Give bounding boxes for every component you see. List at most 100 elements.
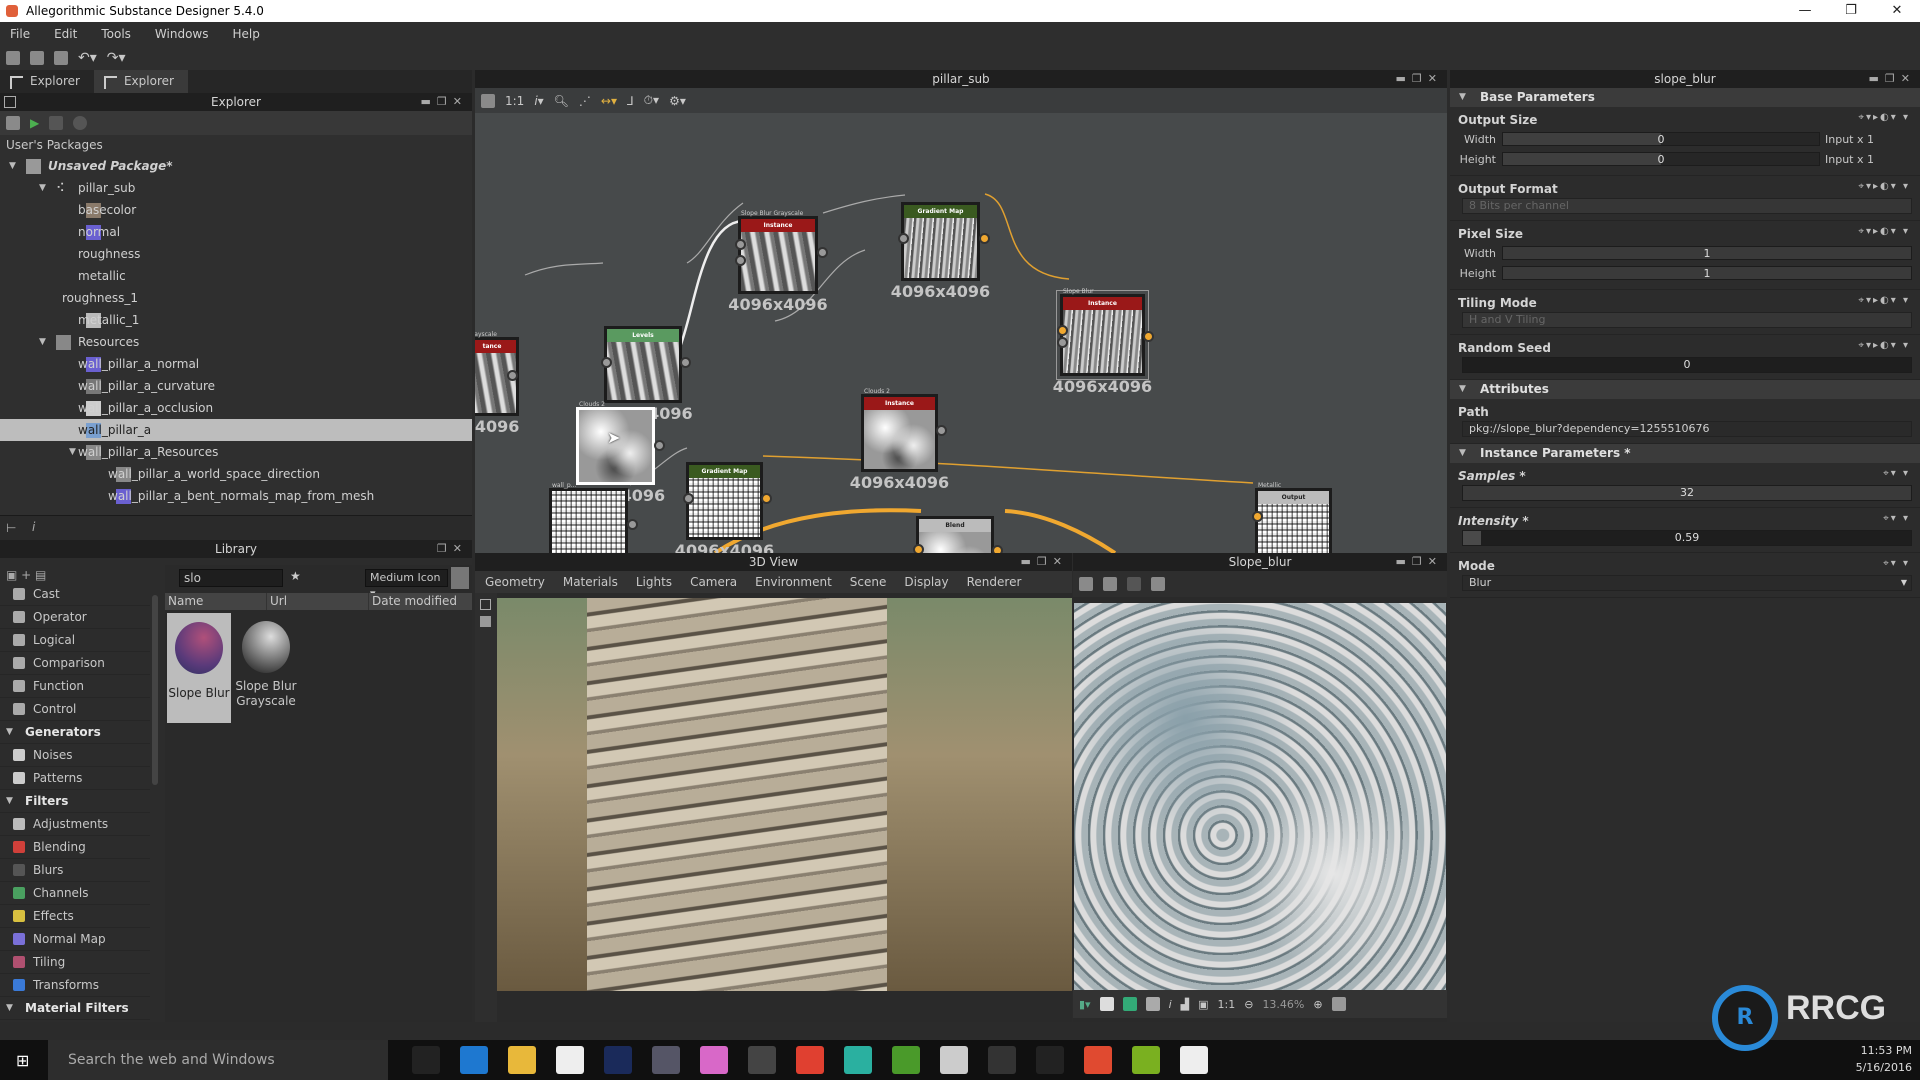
output-port[interactable]: [680, 357, 691, 368]
app-10-icon[interactable]: [844, 1046, 872, 1074]
chrome-icon[interactable]: [796, 1046, 824, 1074]
clouds-2-instance-node[interactable]: Clouds 2 Instance 4096x4096: [850, 388, 949, 492]
pixel-width-slider[interactable]: 1: [1502, 246, 1912, 260]
gradient-icon[interactable]: [1122, 997, 1137, 1011]
clock-date[interactable]: 5/16/2016: [1856, 1059, 1912, 1076]
graph-canvas[interactable]: Slope Blur Grayscale Instance 4096x4096 Gra…: [475, 113, 1447, 553]
frame-all-icon[interactable]: [481, 93, 495, 108]
output-height-slider[interactable]: 0: [1502, 152, 1820, 166]
epic-games-icon[interactable]: [748, 1046, 776, 1074]
color-channels-icon[interactable]: ▮▾: [1079, 998, 1091, 1011]
zoom-1-1-button[interactable]: 1:1: [505, 94, 524, 108]
itunes-icon[interactable]: [700, 1046, 728, 1074]
filter-button[interactable]: [451, 567, 469, 589]
panel-controls[interactable]: ❐✕: [437, 540, 468, 558]
library-category-header[interactable]: Filters: [0, 790, 150, 813]
column-url[interactable]: Url: [267, 593, 369, 610]
samples-slider[interactable]: 32: [1462, 485, 1912, 501]
tree-item[interactable]: roughness: [0, 243, 472, 265]
tiling-mode-select[interactable]: H and V Tiling: [1462, 312, 1912, 328]
gradient-map-node-1[interactable]: Gradient Map 4096x4096: [891, 202, 990, 301]
expand-arrow-icon[interactable]: ▼: [69, 441, 76, 463]
3d-menu-camera[interactable]: Camera: [690, 575, 737, 589]
3d-menu-renderer[interactable]: Renderer: [967, 575, 1022, 589]
column-date-modified[interactable]: Date modified: [369, 593, 472, 610]
input-port[interactable]: [683, 493, 694, 504]
tree-item[interactable]: roughness_1: [0, 287, 472, 309]
camera-icon[interactable]: [1151, 577, 1165, 591]
menu-help[interactable]: Help: [232, 27, 259, 41]
comment-icon[interactable]: ⅃: [627, 94, 634, 108]
open-package-icon[interactable]: [30, 51, 44, 65]
output-format-select[interactable]: 8 Bits per channel: [1462, 198, 1912, 214]
save-icon[interactable]: [6, 116, 20, 130]
tree-item[interactable]: basecolor: [0, 199, 472, 221]
histogram-icon[interactable]: ▟: [1181, 998, 1189, 1011]
column-name[interactable]: Name: [165, 593, 267, 610]
library-item-slope-blur-grayscale[interactable]: Slope Blur Grayscale: [233, 613, 299, 723]
param-menu-icons[interactable]: ⌖▾▸◐▾ ▾: [1858, 226, 1910, 237]
tree-item[interactable]: ▼ wall_pillar_a_Resources: [0, 441, 472, 463]
output-port[interactable]: [936, 425, 947, 436]
intensity-slider[interactable]: 0.59: [1462, 530, 1912, 546]
library-search-input[interactable]: slo: [179, 569, 283, 587]
gradient-map-node-2[interactable]: Gradient Map 4096x4096: [675, 462, 774, 553]
input-port[interactable]: [1057, 337, 1068, 348]
settings-icon[interactable]: [73, 116, 88, 130]
task-view-icon[interactable]: [412, 1046, 440, 1074]
new-package-icon[interactable]: [6, 51, 20, 65]
camtasia-icon[interactable]: [1132, 1046, 1160, 1074]
wall-bitmap-node[interactable]: wall_p...4096x4096: [549, 482, 638, 553]
minimize-button[interactable]: —: [1782, 0, 1828, 22]
info-icon[interactable]: i▾: [534, 94, 543, 108]
taskbar-search-box[interactable]: Search the web and Windows: [48, 1040, 388, 1080]
menu-windows[interactable]: Windows: [155, 27, 209, 41]
param-menu-icons[interactable]: ⌖▾▸◐▾ ▾: [1858, 181, 1910, 192]
library-category[interactable]: Channels: [0, 882, 150, 905]
search-icon[interactable]: 🔍︎: [554, 94, 569, 108]
slope-blur-grayscale-node[interactable]: Slope Blur Grayscale Instance 4096x4096: [728, 210, 828, 314]
tree-item[interactable]: wall_pillar_a_occlusion: [0, 397, 472, 419]
library-category[interactable]: Blending: [0, 836, 150, 859]
menu-file[interactable]: File: [10, 27, 30, 41]
output-width-slider[interactable]: 0: [1502, 132, 1820, 146]
tab-explorer-2[interactable]: Explorer: [93, 70, 188, 93]
levels-node[interactable]: Levels4096x4096: [593, 326, 693, 423]
library-category[interactable]: Operator: [0, 606, 150, 629]
2d-texture-preview[interactable]: [1074, 603, 1446, 990]
input-port[interactable]: [913, 544, 924, 553]
input-port[interactable]: [601, 357, 612, 368]
play-icon[interactable]: ▶: [30, 116, 39, 130]
library-category[interactable]: Function: [0, 675, 150, 698]
favorite-star-icon[interactable]: ★: [290, 569, 301, 583]
tab-explorer-1[interactable]: Explorer: [0, 70, 94, 93]
library-category-header[interactable]: Material Filters: [0, 997, 150, 1020]
output-port[interactable]: [761, 493, 772, 504]
fit-icon[interactable]: ▣: [1198, 998, 1208, 1011]
panel-controls[interactable]: ▬❐✕: [1396, 70, 1443, 88]
output-port[interactable]: [1143, 331, 1154, 342]
path-field[interactable]: pkg://slope_blur?dependency=1255510676: [1462, 421, 1912, 437]
library-category[interactable]: Control: [0, 698, 150, 721]
library-category[interactable]: Patterns: [0, 767, 150, 790]
zoom-in-icon[interactable]: ⊕: [1313, 998, 1322, 1011]
input-port[interactable]: [735, 255, 746, 266]
library-scrollbar[interactable]: [152, 595, 158, 785]
panel-controls[interactable]: ▬❐✕: [1869, 70, 1916, 88]
instance-parameters-section[interactable]: Instance Parameters *: [1450, 444, 1920, 463]
file-explorer-icon[interactable]: [508, 1046, 536, 1074]
timer-icon[interactable]: ⏱▾: [644, 93, 659, 108]
rotate-tool-icon[interactable]: [480, 616, 491, 627]
blend-node[interactable]: Blend: [913, 516, 1003, 553]
menu-tools[interactable]: Tools: [101, 27, 131, 41]
unreal-engine-icon[interactable]: [1036, 1046, 1064, 1074]
param-menu-icons[interactable]: ⌖▾ ▾: [1883, 558, 1910, 569]
library-category[interactable]: Cast: [0, 583, 150, 606]
publish-icon[interactable]: [49, 116, 64, 130]
3d-menu-lights[interactable]: Lights: [636, 575, 672, 589]
input-port[interactable]: [1057, 325, 1068, 336]
transparency-icon[interactable]: [1099, 997, 1114, 1011]
align-icon[interactable]: ↔▾: [601, 94, 617, 108]
param-menu-icons[interactable]: ⌖▾▸◐▾ ▾: [1858, 340, 1910, 351]
output-port[interactable]: [817, 247, 828, 258]
